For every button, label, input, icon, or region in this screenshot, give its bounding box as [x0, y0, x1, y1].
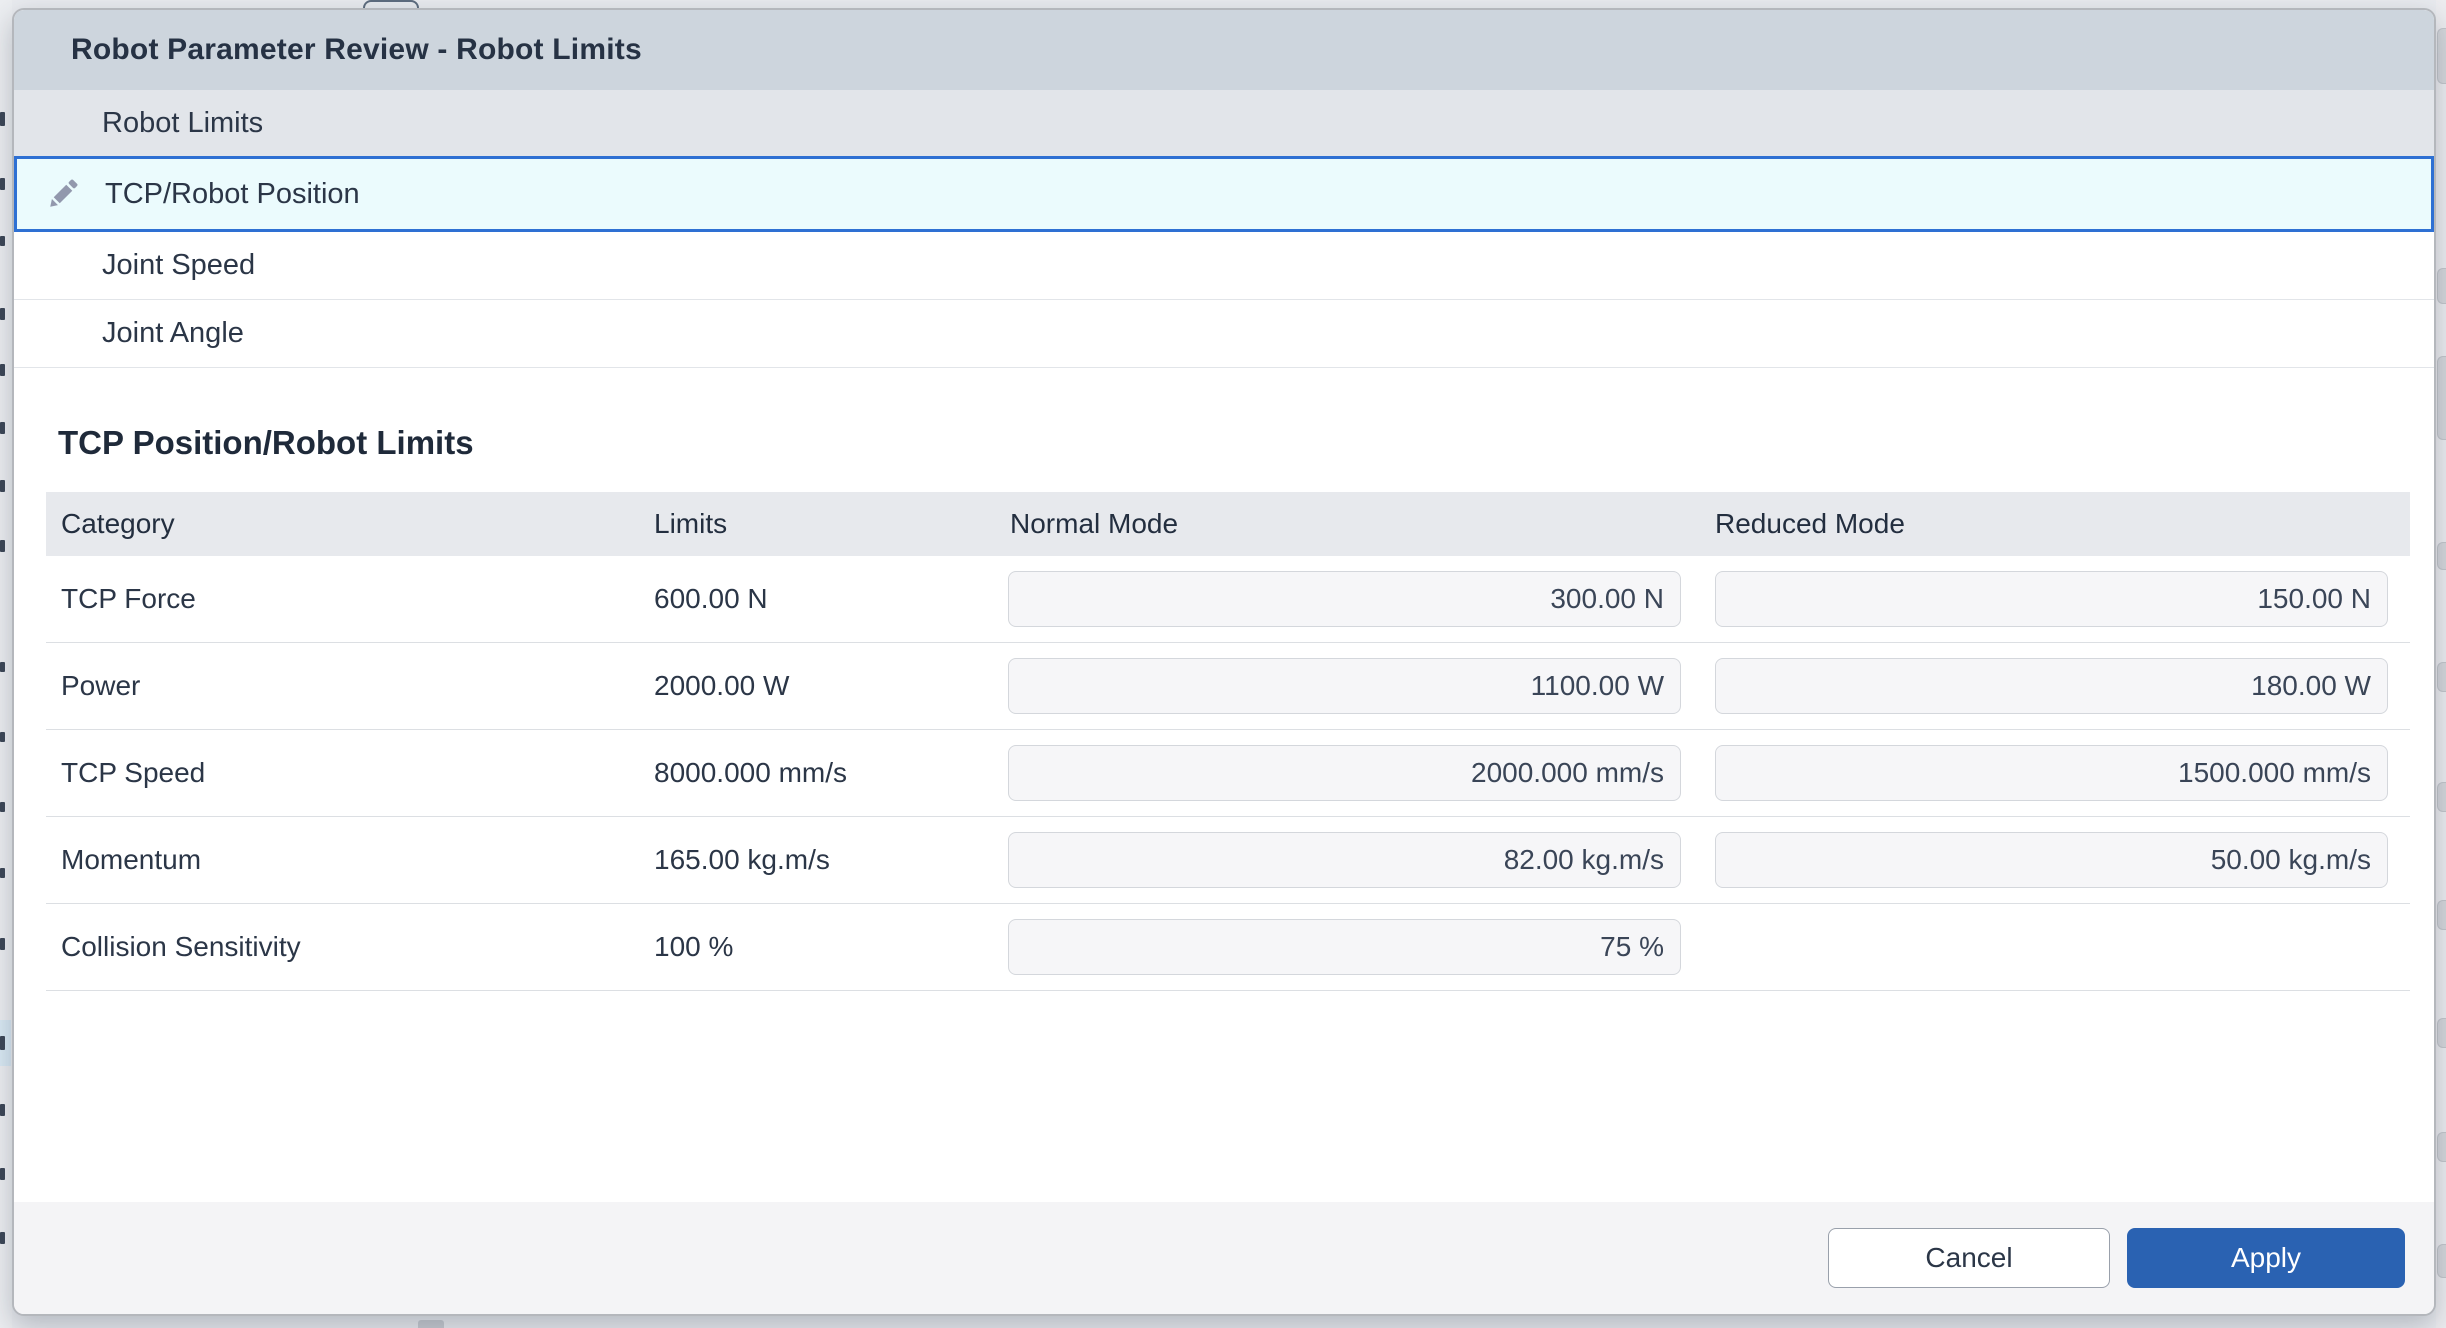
dialog-title: Robot Parameter Review - Robot Limits	[71, 33, 642, 67]
reduced-mode-input[interactable]	[1715, 745, 2388, 801]
normal-mode-input[interactable]	[1008, 745, 1681, 801]
nav-item-robot-limits[interactable]: Robot Limits	[14, 90, 2434, 156]
reduced-mode-input[interactable]	[1715, 658, 2388, 714]
column-header-category: Category	[46, 508, 642, 540]
left-edge-fragment	[0, 0, 12, 1328]
cancel-button[interactable]: Cancel	[1828, 1228, 2110, 1288]
normal-mode-input[interactable]	[1008, 658, 1681, 714]
right-edge-fragment	[2436, 0, 2446, 1328]
table-header-row: Category Limits Normal Mode Reduced Mode	[46, 492, 2410, 556]
apply-button[interactable]: Apply	[2127, 1228, 2405, 1288]
nav-item-joint-angle[interactable]: Joint Angle	[14, 300, 2434, 368]
limits-table: Category Limits Normal Mode Reduced Mode…	[46, 492, 2410, 991]
limit-cell: 165.00 kg.m/s	[642, 844, 996, 876]
limit-cell: 100 %	[642, 931, 996, 963]
content-spacer	[14, 991, 2434, 1202]
table-row-power: Power 2000.00 W	[46, 643, 2410, 730]
dialog-titlebar: Robot Parameter Review - Robot Limits	[14, 10, 2434, 90]
column-header-reduced-mode: Reduced Mode	[1703, 508, 2410, 540]
category-cell: Momentum	[46, 844, 642, 876]
table-row-momentum: Momentum 165.00 kg.m/s	[46, 817, 2410, 904]
nav-item-tcp-robot-position[interactable]: TCP/Robot Position	[14, 156, 2434, 232]
category-cell: TCP Speed	[46, 757, 642, 789]
table-row-collision-sensitivity: Collision Sensitivity 100 %	[46, 904, 2410, 991]
category-cell: Power	[46, 670, 642, 702]
background-page: Robot Parameter Review - Robot Limits Ro…	[0, 0, 2446, 1328]
column-header-normal-mode: Normal Mode	[996, 508, 1703, 540]
category-cell: Collision Sensitivity	[46, 931, 642, 963]
reduced-mode-input[interactable]	[1715, 832, 2388, 888]
limit-cell: 2000.00 W	[642, 670, 996, 702]
table-row-tcp-speed: TCP Speed 8000.000 mm/s	[46, 730, 2410, 817]
bottom-scrollbar-fragment	[418, 1320, 444, 1328]
table-row-tcp-force: TCP Force 600.00 N	[46, 556, 2410, 643]
nav-item-joint-speed[interactable]: Joint Speed	[14, 232, 2434, 300]
column-header-limits: Limits	[642, 508, 996, 540]
reduced-mode-input[interactable]	[1715, 571, 2388, 627]
nav-item-label: Joint Angle	[102, 317, 244, 350]
nav-item-label: TCP/Robot Position	[105, 178, 360, 211]
limit-cell: 8000.000 mm/s	[642, 757, 996, 789]
dialog-footer: Cancel Apply	[14, 1202, 2434, 1314]
normal-mode-input[interactable]	[1008, 919, 1681, 975]
nav-item-label: Joint Speed	[102, 249, 255, 282]
normal-mode-input[interactable]	[1008, 571, 1681, 627]
robot-parameter-review-dialog: Robot Parameter Review - Robot Limits Ro…	[12, 8, 2436, 1316]
category-cell: TCP Force	[46, 583, 642, 615]
limit-cell: 600.00 N	[642, 583, 996, 615]
nav-item-label: Robot Limits	[102, 107, 263, 140]
section-heading: TCP Position/Robot Limits	[58, 424, 2434, 462]
pencil-icon	[43, 174, 83, 214]
normal-mode-input[interactable]	[1008, 832, 1681, 888]
